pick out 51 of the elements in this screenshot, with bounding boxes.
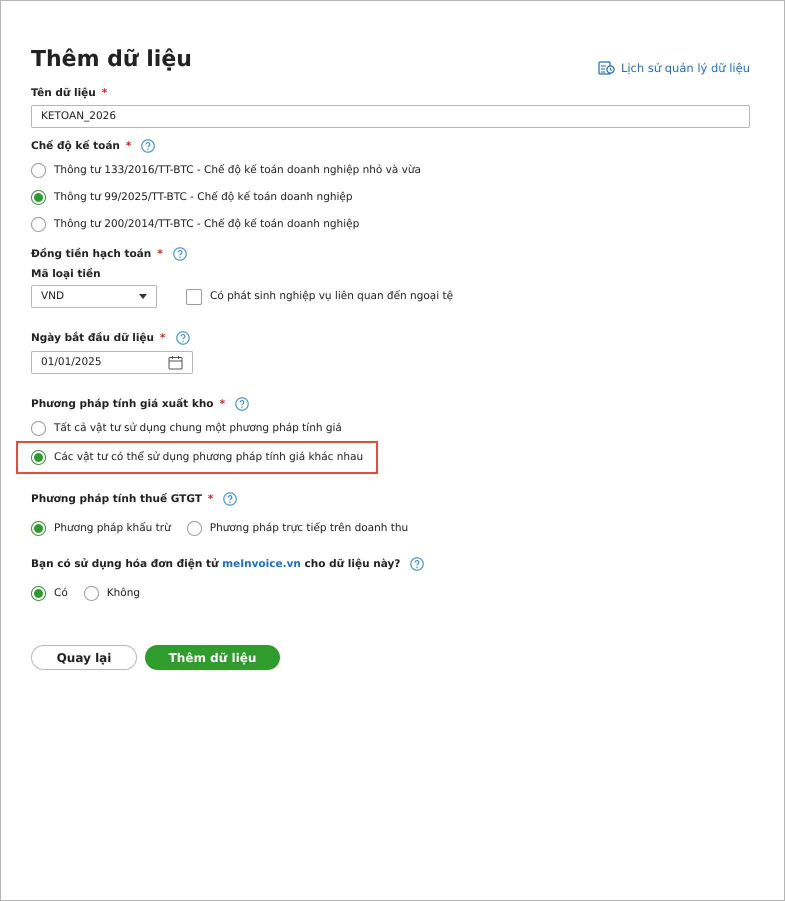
- required-mark: *: [160, 331, 166, 346]
- field-label: Tên dữ liệu: [31, 86, 96, 101]
- radio-button[interactable]: [31, 217, 46, 232]
- currency-select[interactable]: VND: [31, 285, 157, 308]
- field-label: Phương pháp tính giá xuất kho: [31, 396, 214, 412]
- radio-button[interactable]: [31, 586, 46, 601]
- radio-label[interactable]: Không: [106, 586, 140, 602]
- radio-button[interactable]: [31, 421, 46, 436]
- help-icon[interactable]: [172, 247, 187, 261]
- field-label: Đồng tiền hạch toán: [31, 246, 152, 262]
- required-mark: *: [102, 86, 108, 101]
- page-title: Thêm dữ liệu: [31, 49, 192, 71]
- field-label: Mã loại tiền: [31, 266, 102, 282]
- radio-label[interactable]: Thông tư 99/2025/TT-BTC - Chế độ kế toán doanh nghiệp: [54, 190, 353, 206]
- history-link[interactable]: Lịch sử quản lý dữ liệu: [598, 60, 750, 77]
- required-mark: *: [126, 139, 132, 154]
- help-icon[interactable]: [410, 557, 424, 571]
- required-mark: *: [157, 247, 163, 262]
- radio-button[interactable]: [31, 163, 46, 178]
- calendar-icon[interactable]: [168, 355, 183, 370]
- checkbox[interactable]: [186, 288, 202, 304]
- invoice-link[interactable]: meInvoice.vn: [222, 558, 301, 570]
- radio-label[interactable]: Thông tư 200/2014/TT-BTC - Chế độ kế toán doanh nghiệp: [54, 216, 360, 232]
- dropdown-caret-icon: [139, 294, 147, 299]
- radio-button[interactable]: [31, 190, 46, 205]
- radio-button[interactable]: [31, 450, 46, 465]
- field-label: Bạn có sử dụng hóa đơn điện tử meInvoice.vn cho dữ liệu này?: [31, 557, 400, 572]
- required-mark: *: [208, 492, 214, 507]
- history-icon: [598, 61, 615, 76]
- checkbox-label[interactable]: Có phát sinh nghiệp vụ liên quan đến ngoại tệ: [210, 288, 454, 304]
- help-icon[interactable]: [176, 331, 190, 345]
- back-button[interactable]: Quay lại: [31, 645, 137, 670]
- field-label: Chế độ kế toán: [31, 138, 120, 154]
- radio-button[interactable]: [186, 521, 202, 536]
- radio-button[interactable]: [84, 586, 99, 601]
- field-label: Phương pháp tính thuế GTGT: [31, 492, 202, 507]
- radio-label[interactable]: Thông tư 133/2016/TT-BTC - Chế độ kế toán doanh nghiệp nhỏ và vừa: [54, 162, 421, 178]
- field-label: Ngày bắt đầu dữ liệu: [31, 330, 154, 346]
- help-icon[interactable]: [141, 139, 156, 153]
- text-field[interactable]: KETOAN_2026: [31, 105, 750, 128]
- date-field[interactable]: 01/01/2025: [31, 351, 193, 374]
- radio-label[interactable]: Tất cả vật tư sử dụng chung một phương pháp tính giá: [54, 420, 342, 436]
- radio-label[interactable]: Các vật tư có thể sử dụng phương pháp tính giá khác nhau: [54, 450, 364, 466]
- radio-button[interactable]: [31, 521, 46, 536]
- help-icon[interactable]: [223, 492, 238, 506]
- add-data-button[interactable]: Thêm dữ liệu: [145, 645, 280, 670]
- required-mark: *: [220, 397, 226, 412]
- radio-label[interactable]: Phương pháp trực tiếp trên doanh thu: [210, 520, 408, 536]
- radio-label[interactable]: Phương pháp khấu trừ: [54, 520, 171, 536]
- help-icon[interactable]: [235, 397, 250, 411]
- radio-label[interactable]: Có: [54, 586, 68, 602]
